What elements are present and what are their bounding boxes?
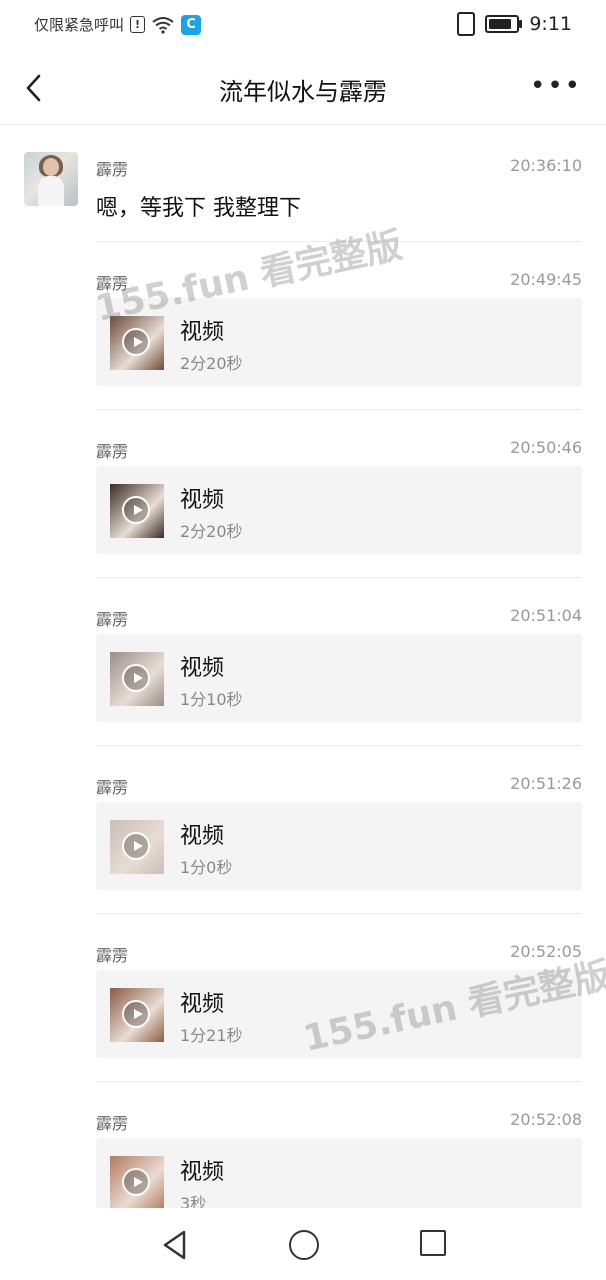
- video-duration: 1分21秒: [180, 1026, 243, 1045]
- video-title: 视频: [180, 992, 225, 1017]
- sender-name: 霹雳: [96, 160, 129, 179]
- video-thumbnail: [110, 484, 164, 538]
- play-icon: [122, 496, 150, 524]
- message-item: 霹雳 20:49:45 视频 2分20秒: [0, 242, 606, 410]
- message-time: 20:51:04: [510, 606, 582, 625]
- circle-home-icon[interactable]: [289, 1230, 319, 1260]
- video-thumbnail: [110, 988, 164, 1042]
- message-time: 20:50:46: [510, 438, 582, 457]
- vibrate-icon: [457, 12, 476, 36]
- battery-icon: [485, 15, 523, 33]
- system-nav-bar: [0, 1208, 606, 1280]
- status-bar: 仅限紧急呼叫 ! C 9:11: [0, 0, 606, 52]
- sender-name: 霹雳: [96, 274, 129, 293]
- video-title: 视频: [180, 488, 225, 513]
- video-thumbnail: [110, 820, 164, 874]
- avatar[interactable]: [24, 152, 78, 206]
- video-card[interactable]: 视频 1分21秒: [96, 970, 582, 1058]
- video-card[interactable]: 视频 3秒: [96, 1138, 582, 1208]
- message-time: 20:49:45: [510, 270, 582, 289]
- message-item: 霹雳 20:50:46 视频 2分20秒: [0, 410, 606, 578]
- play-icon: [122, 832, 150, 860]
- video-card[interactable]: 视频 2分20秒: [96, 466, 582, 554]
- video-thumbnail: [110, 1156, 164, 1208]
- play-icon: [122, 328, 150, 356]
- clock: 9:11: [529, 13, 572, 35]
- play-icon: [122, 664, 150, 692]
- message-time: 20:52:08: [510, 1110, 582, 1129]
- sender-name: 霹雳: [96, 610, 129, 629]
- sender-name: 霹雳: [96, 946, 129, 965]
- video-duration: 2分20秒: [180, 354, 243, 373]
- app-notification-icon: C: [181, 14, 202, 35]
- page-title: 流年似水与霹雳: [219, 78, 387, 106]
- more-horizontal-icon[interactable]: •••: [530, 73, 582, 99]
- message-item: 霹雳 20:52:08 视频 3秒: [0, 1082, 606, 1208]
- triangle-back-icon[interactable]: [160, 1228, 190, 1262]
- play-icon: [122, 1000, 150, 1028]
- video-card[interactable]: 视频 1分0秒: [96, 802, 582, 890]
- video-thumbnail: [110, 652, 164, 706]
- message-text: 嗯，等我下 我整理下: [96, 196, 301, 221]
- status-left: 仅限紧急呼叫 ! C: [34, 14, 202, 35]
- chat-header: 流年似水与霹雳 •••: [0, 52, 606, 125]
- video-title: 视频: [180, 824, 225, 849]
- video-title: 视频: [180, 656, 225, 681]
- video-duration: 2分20秒: [180, 522, 243, 541]
- video-card[interactable]: 视频 1分10秒: [96, 634, 582, 722]
- play-icon: [122, 1168, 150, 1196]
- video-title: 视频: [180, 320, 225, 345]
- message-list[interactable]: 霹雳 20:36:10 嗯，等我下 我整理下 霹雳 20:49:45 视频 2分…: [0, 128, 606, 1208]
- sender-name: 霹雳: [96, 1114, 129, 1133]
- sender-name: 霹雳: [96, 442, 129, 461]
- message-time: 20:36:10: [510, 156, 582, 175]
- video-card[interactable]: 视频 2分20秒: [96, 298, 582, 386]
- video-title: 视频: [180, 1160, 225, 1185]
- sim-alert-icon: !: [130, 16, 146, 33]
- video-duration: 3秒: [180, 1194, 207, 1208]
- message-time: 20:52:05: [510, 942, 582, 961]
- status-right: 9:11: [457, 12, 572, 36]
- video-duration: 1分10秒: [180, 690, 243, 709]
- wifi-icon: [152, 16, 174, 34]
- message-item: 霹雳 20:36:10 嗯，等我下 我整理下: [0, 128, 606, 242]
- message-time: 20:51:26: [510, 774, 582, 793]
- carrier-text: 仅限紧急呼叫: [34, 16, 125, 34]
- message-item: 霹雳 20:51:26 视频 1分0秒: [0, 746, 606, 914]
- message-item: 霹雳 20:51:04 视频 1分10秒: [0, 578, 606, 746]
- video-thumbnail: [110, 316, 164, 370]
- sender-name: 霹雳: [96, 778, 129, 797]
- video-duration: 1分0秒: [180, 858, 233, 877]
- square-recent-icon[interactable]: [420, 1230, 446, 1256]
- message-item: 霹雳 20:52:05 视频 1分21秒: [0, 914, 606, 1082]
